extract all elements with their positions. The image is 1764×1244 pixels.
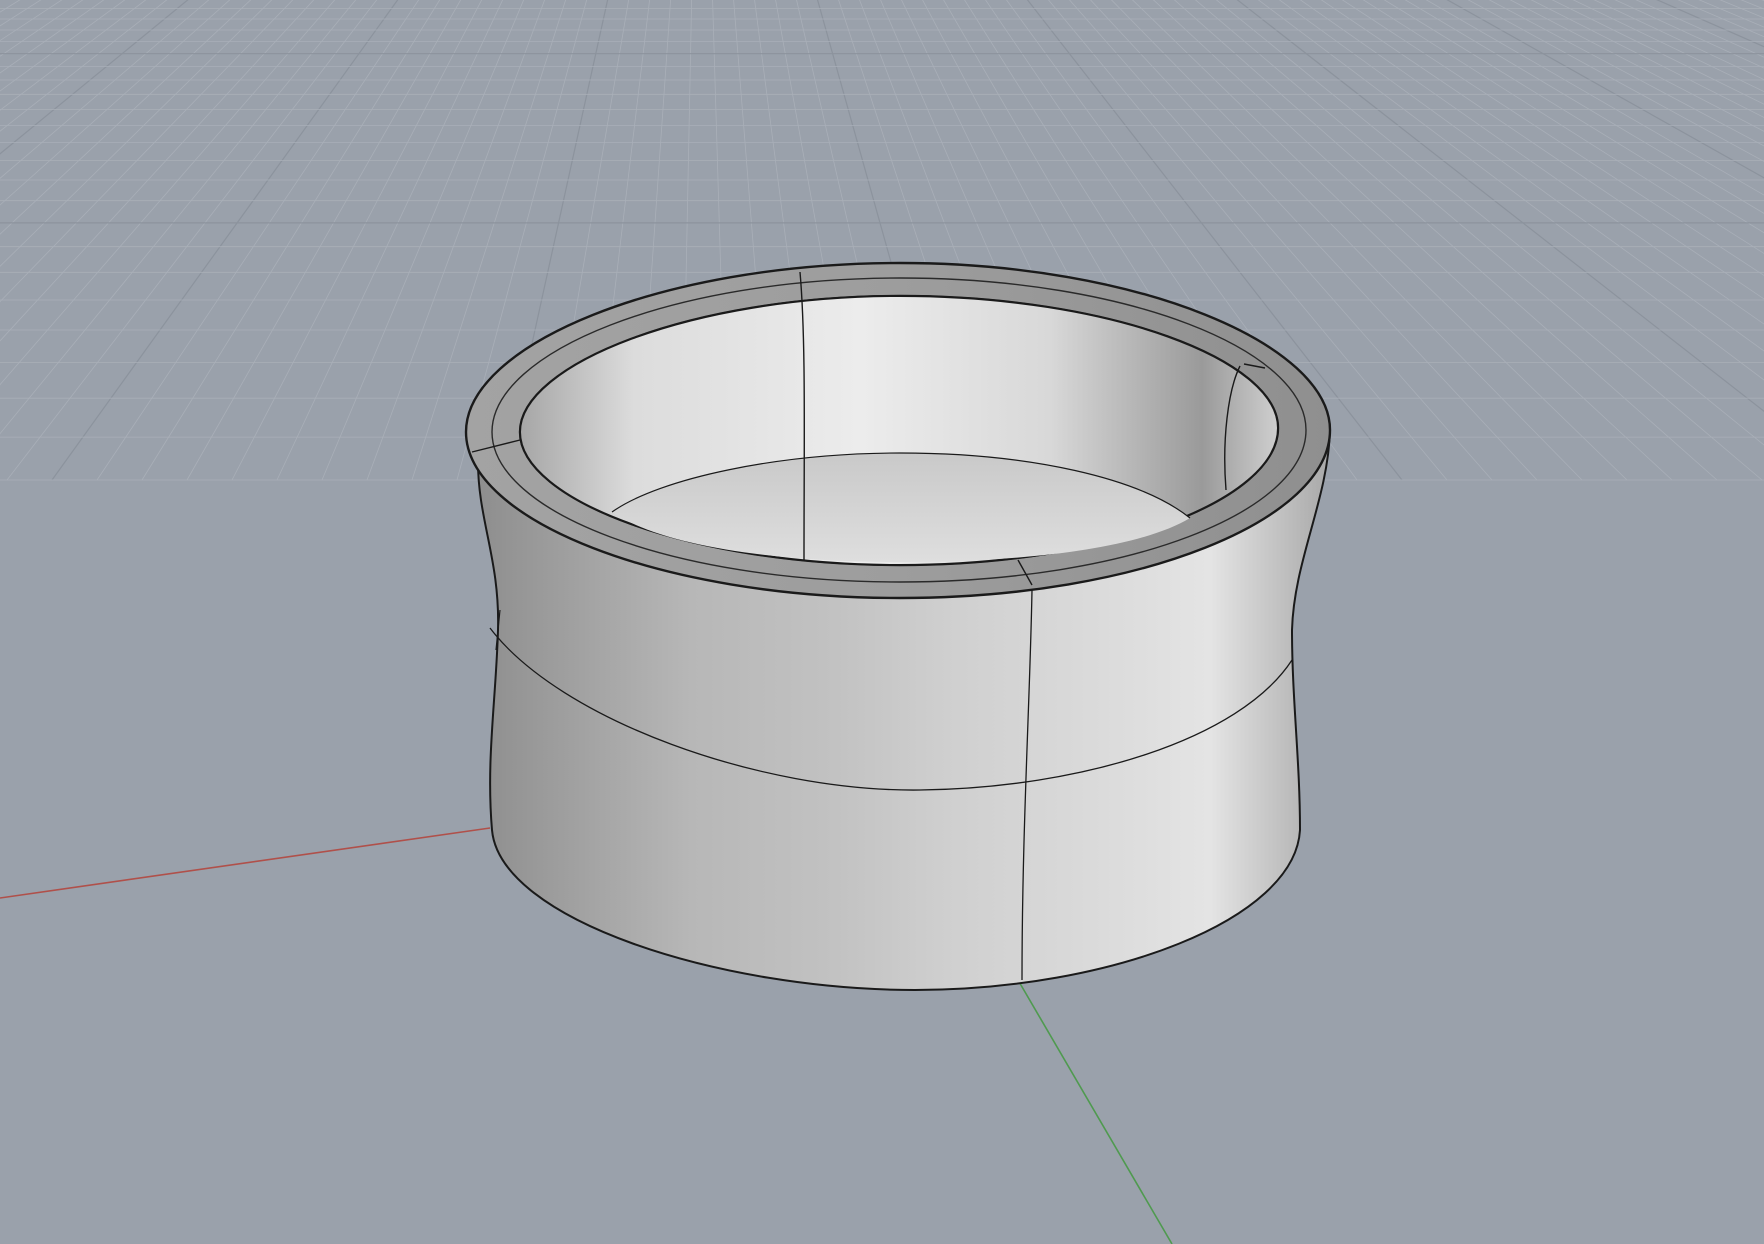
- 3d-viewport[interactable]: [0, 0, 1764, 1244]
- perspective-view[interactable]: [0, 0, 1764, 1244]
- ring-model-icon[interactable]: [464, 261, 1332, 992]
